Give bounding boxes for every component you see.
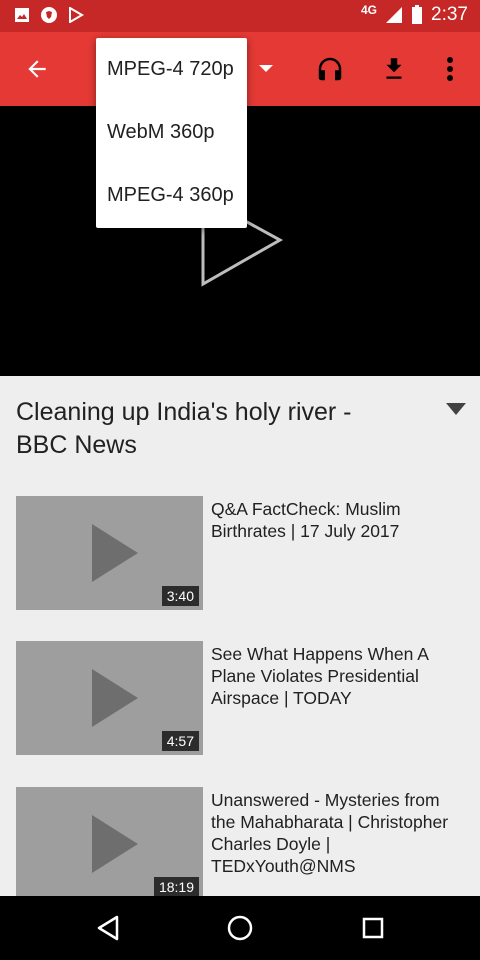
related-video-item[interactable]: 4:57 See What Happens When A Plane Viola… bbox=[0, 641, 480, 755]
square-recents-icon bbox=[362, 917, 384, 939]
more-vert-icon bbox=[447, 57, 453, 81]
video-thumbnail[interactable]: 4:57 bbox=[16, 641, 203, 755]
video-duration: 4:57 bbox=[161, 731, 199, 751]
download-icon bbox=[386, 58, 402, 79]
network-type: 4G bbox=[361, 3, 378, 17]
video-thumbnail[interactable]: 3:40 bbox=[16, 496, 203, 610]
chevron-down-icon bbox=[259, 65, 273, 72]
quality-menu: MPEG-4 720p WebM 360p MPEG-4 360p bbox=[96, 38, 247, 228]
more-options-button[interactable] bbox=[427, 46, 473, 92]
status-bar: 4G 2:37 bbox=[0, 0, 480, 32]
related-video-title[interactable]: Q&A FactCheck: Muslim Birthrates | 17 Ju… bbox=[211, 498, 461, 542]
quality-option-mpeg4-720p[interactable]: MPEG-4 720p bbox=[96, 38, 247, 101]
shield-icon bbox=[41, 7, 57, 23]
nav-home-button[interactable] bbox=[220, 908, 260, 948]
signal-icon bbox=[386, 7, 403, 23]
arrow-back-icon bbox=[28, 60, 46, 78]
video-duration: 3:40 bbox=[161, 586, 199, 606]
circle-home-icon bbox=[227, 915, 253, 941]
play-icon bbox=[92, 815, 138, 873]
related-video-item[interactable]: 18:19 Unanswered - Mysteries from the Ma… bbox=[0, 787, 480, 901]
quality-option-mpeg4-360p[interactable]: MPEG-4 360p bbox=[96, 164, 247, 227]
back-button[interactable] bbox=[14, 46, 60, 92]
download-button[interactable] bbox=[371, 46, 417, 92]
video-duration: 18:19 bbox=[153, 877, 199, 897]
headphones-icon bbox=[318, 57, 342, 81]
related-video-title[interactable]: Unanswered - Mysteries from the Mahabhar… bbox=[211, 789, 461, 877]
quality-dropdown-button[interactable] bbox=[243, 46, 289, 92]
system-nav-bar bbox=[0, 896, 480, 960]
play-icon bbox=[92, 524, 138, 582]
related-video-item[interactable]: 3:40 Q&A FactCheck: Muslim Birthrates | … bbox=[0, 496, 480, 610]
nav-back-button[interactable] bbox=[88, 908, 128, 948]
related-video-title[interactable]: See What Happens When A Plane Violates P… bbox=[211, 643, 461, 709]
triangle-back-icon bbox=[97, 915, 119, 941]
gallery-icon bbox=[15, 8, 29, 22]
play-icon bbox=[92, 669, 138, 727]
video-title: Cleaning up India's holy river - BBC New… bbox=[16, 398, 352, 459]
quality-option-webm-360p[interactable]: WebM 360p bbox=[96, 101, 247, 164]
battery-icon bbox=[412, 5, 423, 24]
play-store-icon bbox=[69, 7, 84, 23]
video-thumbnail[interactable]: 18:19 bbox=[16, 787, 203, 901]
arrow-drop-down-icon bbox=[446, 403, 466, 415]
nav-recents-button[interactable] bbox=[353, 908, 393, 948]
expand-details-button[interactable] bbox=[446, 402, 466, 420]
clock: 2:37 bbox=[431, 4, 468, 25]
background-play-button[interactable] bbox=[307, 46, 353, 92]
video-info: Cleaning up India's holy river - BBC New… bbox=[0, 376, 480, 486]
